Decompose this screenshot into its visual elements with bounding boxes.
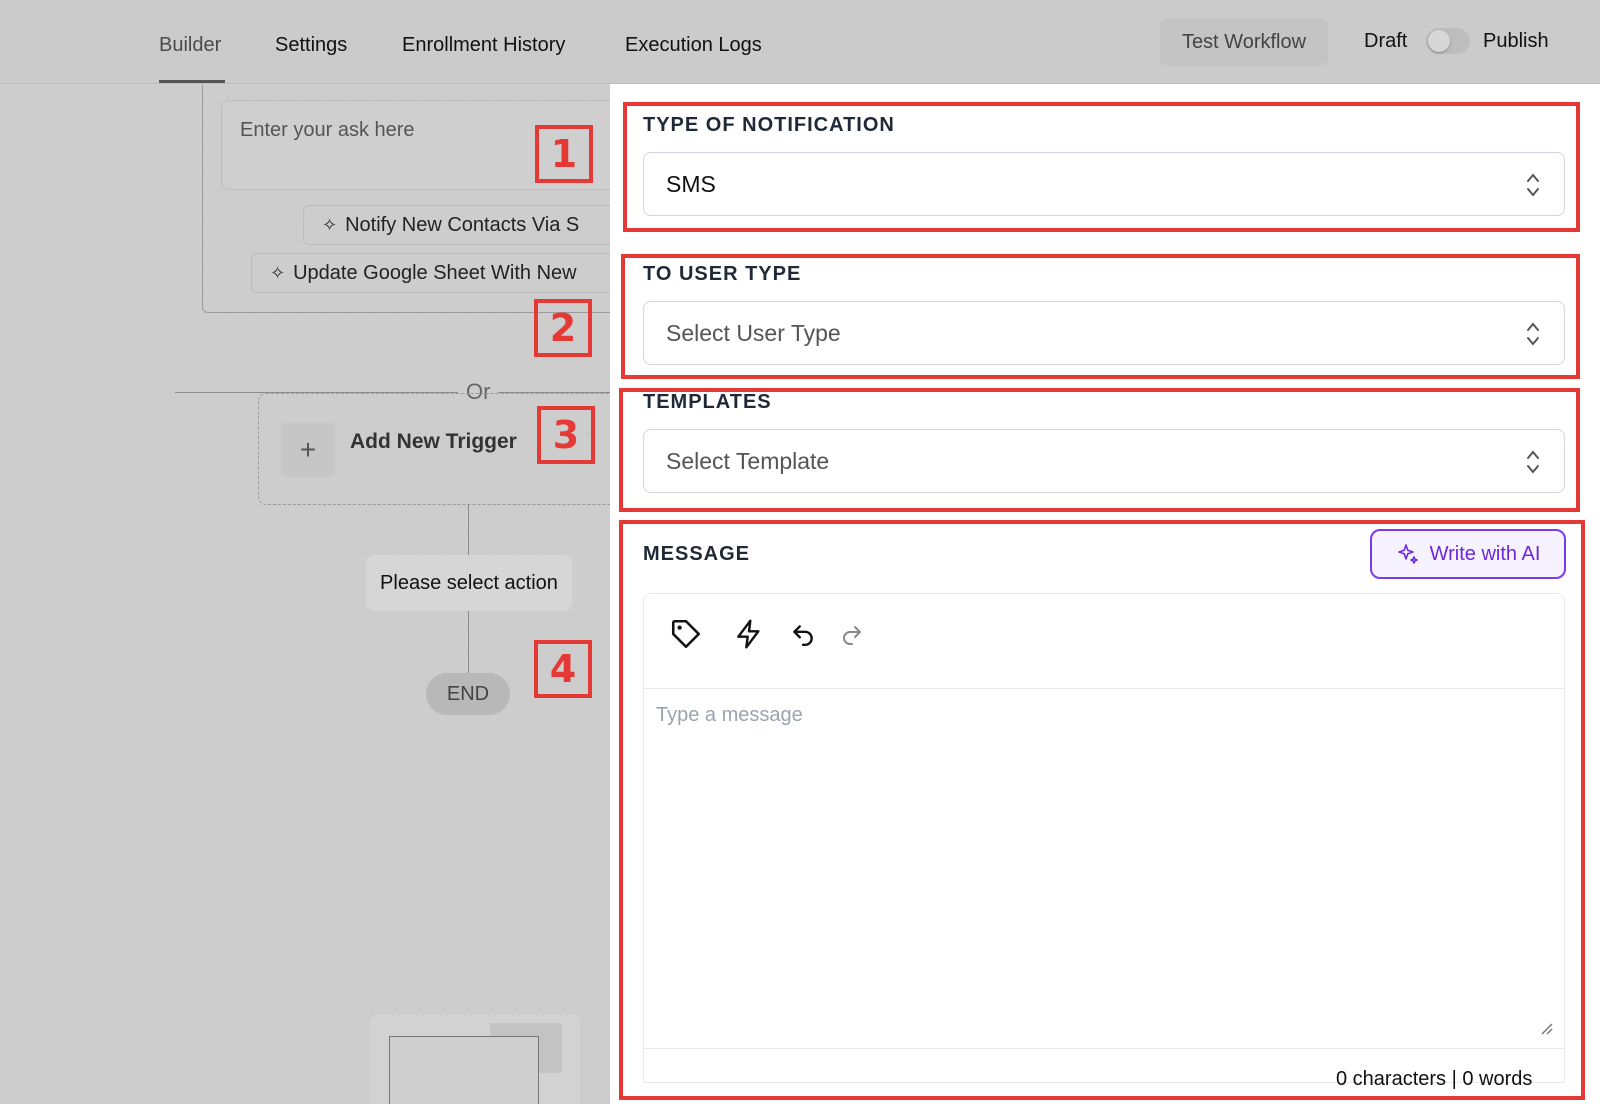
templates-label: TEMPLATES <box>643 391 772 413</box>
sparkle-icon <box>1397 544 1418 564</box>
draft-label: Draft <box>1364 30 1408 52</box>
add-trigger-label[interactable]: Add New Trigger <box>350 430 517 454</box>
redo-icon[interactable] <box>830 612 874 656</box>
workflow-canvas[interactable]: Enter your ask here ✧ Notify New Contact… <box>0 85 610 1104</box>
notification-type-value: SMS <box>666 170 716 197</box>
tab-settings[interactable]: Settings <box>275 34 347 57</box>
select-action-node[interactable]: Please select action <box>366 555 572 611</box>
plus-icon[interactable]: + <box>281 423 335 477</box>
tag-icon[interactable] <box>664 612 708 656</box>
suggestion-label: Notify New Contacts Via S <box>345 213 580 236</box>
publish-toggle[interactable] <box>1426 28 1470 54</box>
annotation-2: 2 <box>534 299 592 357</box>
tab-enrollment-history[interactable]: Enrollment History <box>402 34 565 57</box>
connector-line <box>468 505 469 555</box>
character-word-counter: 0 characters | 0 words <box>1336 1068 1533 1090</box>
template-placeholder: Select Template <box>666 447 830 474</box>
chevron-updown-icon <box>1527 173 1539 197</box>
annotation-1: 1 <box>535 125 593 183</box>
minimap-viewport[interactable] <box>389 1036 539 1104</box>
undo-icon[interactable] <box>781 612 825 656</box>
sparkle-icon: ✧ <box>270 262 286 283</box>
annotation-4: 4 <box>534 640 592 698</box>
tab-builder[interactable]: Builder <box>159 34 221 57</box>
resize-handle-icon[interactable] <box>1538 1020 1554 1036</box>
annotation-3: 3 <box>537 406 595 464</box>
suggestion-notify-contacts[interactable]: ✧ Notify New Contacts Via S <box>303 205 610 245</box>
chevron-updown-icon <box>1527 450 1539 474</box>
counter-divider <box>643 1048 1565 1049</box>
user-type-placeholder: Select User Type <box>666 319 841 346</box>
suggestion-update-sheet[interactable]: ✧ Update Google Sheet With New <box>251 253 610 293</box>
top-nav-bar: Builder Settings Enrollment History Exec… <box>0 0 1600 84</box>
write-with-ai-label: Write with AI <box>1429 542 1541 565</box>
user-type-select[interactable]: Select User Type <box>643 301 1565 365</box>
active-tab-indicator <box>159 80 225 83</box>
connector-line <box>468 611 469 673</box>
publish-label: Publish <box>1483 30 1549 52</box>
user-type-label: TO USER TYPE <box>643 263 802 285</box>
sparkle-icon: ✧ <box>322 214 338 235</box>
message-label: MESSAGE <box>643 543 751 565</box>
lightning-icon[interactable] <box>727 612 771 656</box>
template-select[interactable]: Select Template <box>643 429 1565 493</box>
test-workflow-button[interactable]: Test Workflow <box>1160 18 1328 66</box>
notification-type-select[interactable]: SMS <box>643 152 1565 216</box>
suggestion-label: Update Google Sheet With New <box>293 261 577 284</box>
notification-type-label: TYPE OF NOTIFICATION <box>643 114 895 136</box>
tab-execution-logs[interactable]: Execution Logs <box>625 34 762 57</box>
message-textarea[interactable]: Type a message <box>656 704 803 727</box>
write-with-ai-button[interactable]: Write with AI <box>1370 529 1566 579</box>
chevron-updown-icon <box>1527 322 1539 346</box>
end-node: END <box>426 673 510 715</box>
toggle-knob <box>1428 30 1450 52</box>
